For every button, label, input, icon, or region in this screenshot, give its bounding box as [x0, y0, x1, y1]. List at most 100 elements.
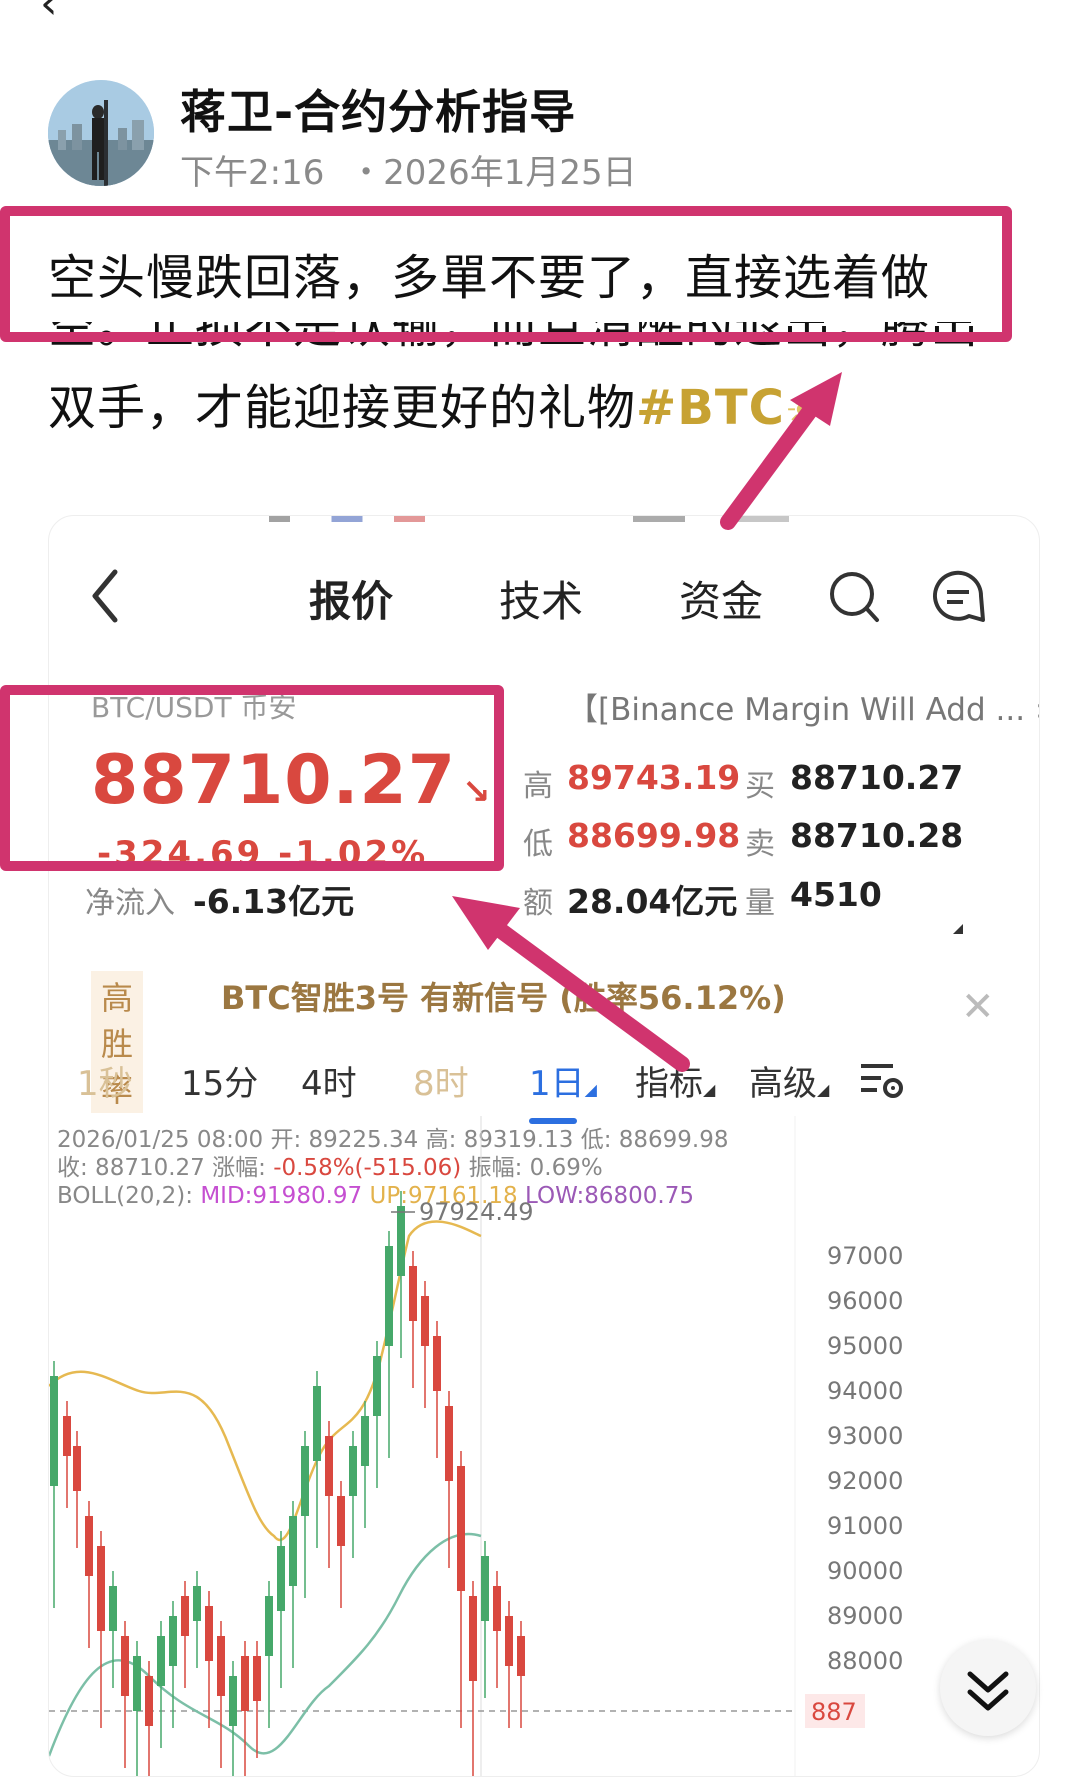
candle-body	[289, 1516, 297, 1586]
candle-body	[253, 1656, 261, 1701]
candle-body	[145, 1676, 153, 1726]
volume-value: 4510	[790, 875, 882, 914]
y-tick-label: 91000	[827, 1512, 903, 1540]
candle-body	[277, 1546, 285, 1611]
candle-body	[481, 1556, 489, 1621]
interval-8h[interactable]: 8时	[413, 1056, 469, 1105]
scroll-down-button[interactable]	[940, 1640, 1036, 1736]
post-timestamp: 下午2:16 ・2026年1月25日	[180, 145, 637, 194]
candle-body	[445, 1406, 453, 1481]
highlight-box-text	[0, 206, 1012, 342]
candle-body	[157, 1636, 165, 1686]
dropdown-corner-icon: ◢	[584, 1080, 597, 1099]
tab-funds[interactable]: 资金	[679, 568, 763, 629]
search-icon[interactable]	[827, 566, 883, 630]
message-icon[interactable]	[929, 566, 989, 630]
y-tick-label: 90000	[827, 1557, 903, 1585]
advanced-menu[interactable]: 高级◢	[749, 1056, 829, 1105]
amount-label: 额	[523, 886, 553, 921]
candles	[50, 1191, 525, 1776]
indicators-label: 指标	[635, 1064, 703, 1104]
tab-technical[interactable]: 技术	[499, 568, 583, 629]
inflow-label: 净流入	[85, 886, 175, 921]
chart-settings-icon[interactable]	[859, 1060, 905, 1104]
candle-body	[397, 1206, 405, 1276]
last-price-tag-label: 887	[811, 1698, 857, 1726]
candle-body	[373, 1356, 381, 1416]
back-icon[interactable]: ‹	[40, 0, 58, 29]
post-line-3-text: 双手，才能迎接更好的礼物	[48, 380, 637, 436]
candle-body	[349, 1446, 357, 1496]
candle-body	[50, 1376, 58, 1486]
close-icon[interactable]: ✕	[961, 984, 995, 1030]
candle-body	[385, 1246, 393, 1346]
post-time: 下午2:16	[180, 153, 325, 193]
sell-value: 88710.28	[790, 816, 964, 855]
candle-body	[325, 1436, 333, 1496]
y-tick-label: 93000	[827, 1422, 903, 1450]
y-tick-label: 88000	[827, 1647, 903, 1675]
y-axis-ticks: 97000 96000 95000 94000 93000 92000 91000 90000…	[827, 1242, 903, 1675]
y-tick-label: 94000	[827, 1377, 903, 1405]
back-chevron-icon[interactable]	[87, 566, 123, 630]
candle-body	[505, 1616, 513, 1666]
y-tick-label: 95000	[827, 1332, 903, 1360]
y-tick-label: 92000	[827, 1467, 903, 1495]
high-label: 高	[523, 769, 553, 804]
candle-body	[337, 1496, 345, 1546]
y-tick-label: 96000	[827, 1287, 903, 1315]
advanced-label: 高级	[749, 1064, 817, 1104]
post-date: ・2026年1月25日	[349, 153, 637, 193]
y-tick-label: 89000	[827, 1602, 903, 1630]
max-price-label: 97924.49	[419, 1198, 534, 1226]
candle-body	[73, 1446, 81, 1491]
candle-body	[85, 1516, 93, 1576]
low-value: 88699.98	[567, 816, 741, 855]
candle-body	[217, 1636, 225, 1696]
candle-body	[493, 1586, 501, 1631]
interval-4h[interactable]: 4时	[301, 1056, 357, 1105]
buy-value: 88710.27	[790, 758, 964, 797]
sell-label: 卖	[745, 827, 775, 862]
candle-body	[169, 1616, 177, 1666]
candle-body	[133, 1656, 141, 1711]
candle-body	[421, 1296, 429, 1346]
dropdown-corner-icon: ◢	[817, 1080, 830, 1099]
news-ticker-text: 【[Binance Margin Will Add ...	[567, 692, 1026, 728]
avatar-image	[48, 80, 154, 186]
sun-icon: ☀	[784, 388, 822, 434]
candle-body	[517, 1636, 525, 1676]
status-strip	[269, 516, 789, 522]
candle-body	[63, 1416, 71, 1456]
dropdown-corner-icon: ◢	[703, 1080, 716, 1099]
candle-body	[361, 1416, 369, 1466]
high-value: 89743.19	[567, 758, 741, 797]
y-tick-label: 97000	[827, 1242, 903, 1270]
hashtag-link[interactable]: #BTC	[636, 380, 785, 436]
avatar[interactable]	[48, 80, 154, 186]
candle-body	[469, 1596, 477, 1681]
buy-label: 买	[745, 769, 775, 804]
expand-corner-icon[interactable]	[953, 924, 963, 934]
candle-body	[457, 1466, 465, 1591]
candle-body	[313, 1386, 321, 1461]
signal-text: BTC智胜3号 有新信号 (胜率56.12%)	[221, 979, 786, 1017]
author-name[interactable]: 蒋卫-合约分析指导	[180, 76, 576, 142]
tab-quote[interactable]: 报价	[309, 568, 393, 629]
candle-body	[97, 1546, 105, 1631]
candle-body	[265, 1596, 273, 1656]
post-line-3: 双手，才能迎接更好的礼物#BTC☀	[48, 370, 1028, 449]
news-ticker[interactable]: 【[Binance Margin Will Add ...›	[567, 684, 1039, 729]
highlight-box-price	[0, 685, 504, 871]
interval-1s[interactable]: 1秒	[77, 1056, 133, 1105]
candle-body	[241, 1656, 249, 1711]
quote-tab-bar: 报价 技术 资金	[49, 556, 1039, 646]
low-label: 低	[523, 827, 553, 862]
indicators-menu[interactable]: 指标◢	[635, 1056, 715, 1105]
interval-15m[interactable]: 15分	[181, 1056, 258, 1105]
candlestick-chart[interactable]: 97924.49 887 97000 96000 95000 94000 93000 92…	[49, 1116, 1039, 1776]
interval-1d[interactable]: 1日◢	[529, 1056, 597, 1105]
candle-body	[433, 1336, 441, 1391]
candle-body	[121, 1636, 129, 1696]
candle-body	[181, 1596, 189, 1636]
